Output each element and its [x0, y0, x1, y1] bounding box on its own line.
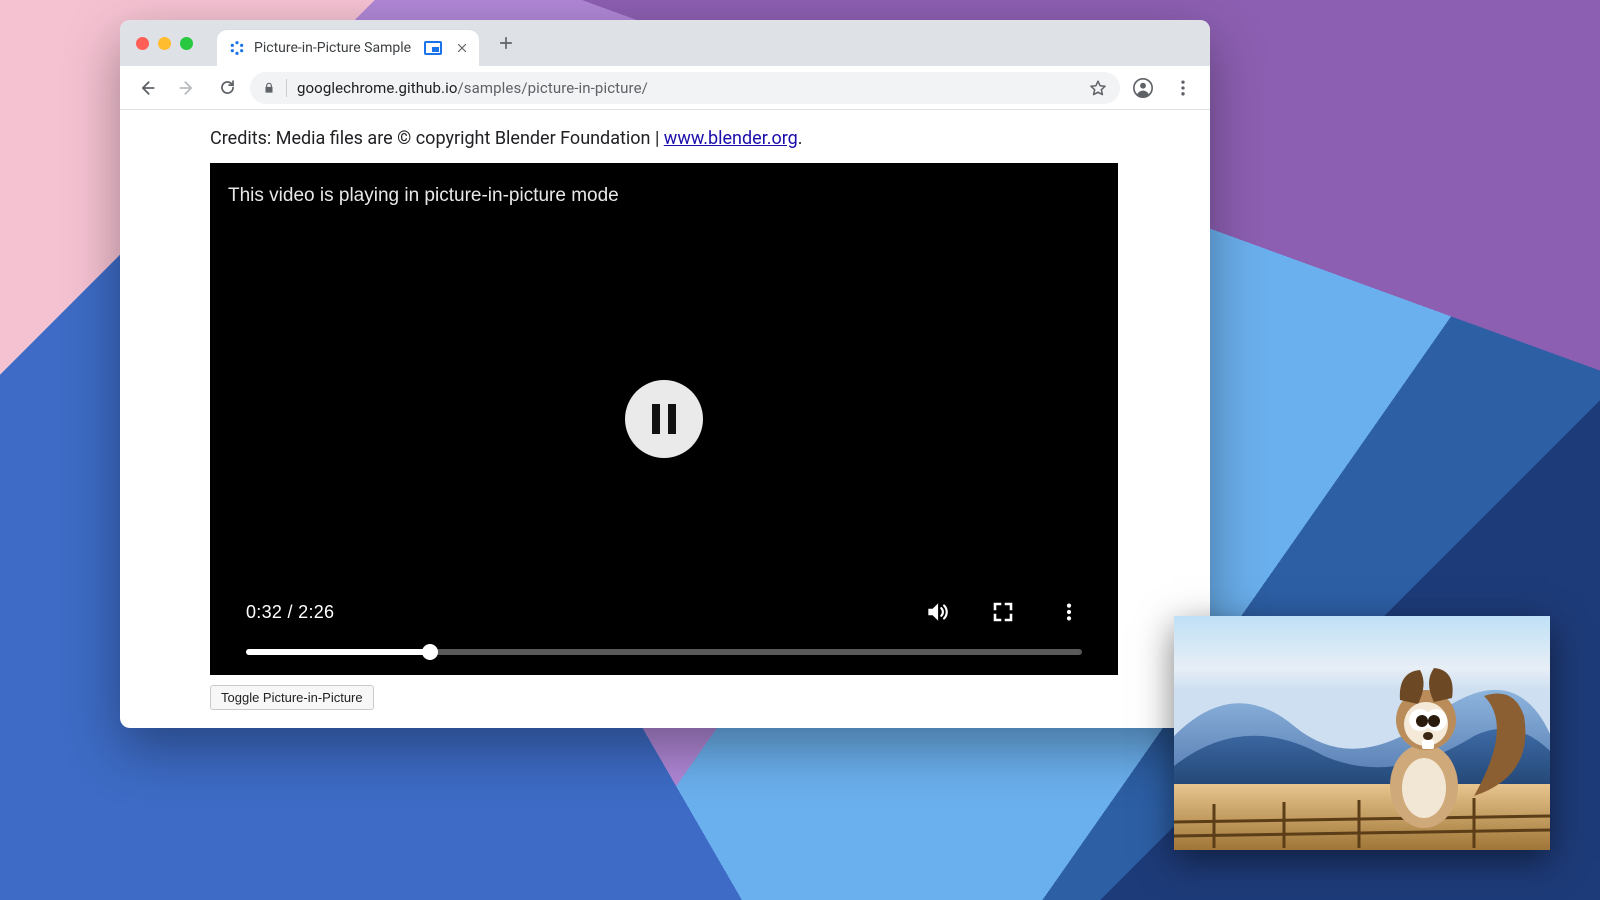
bookmark-star-button[interactable]: [1088, 78, 1108, 98]
video-pause-button[interactable]: [625, 380, 703, 458]
toggle-pip-button[interactable]: Toggle Picture-in-Picture: [210, 685, 374, 710]
url-path: /samples/picture-in-picture/: [458, 79, 648, 97]
omnibox-separator: [286, 79, 287, 97]
nav-forward-button[interactable]: [170, 71, 204, 105]
page-content: Credits: Media files are © copyright Ble…: [120, 110, 1210, 728]
video-more-button[interactable]: [1056, 599, 1082, 625]
window-zoom-button[interactable]: [180, 37, 193, 50]
new-tab-button[interactable]: [491, 28, 521, 58]
credits-line: Credits: Media files are © copyright Ble…: [210, 128, 1120, 149]
video-controls: 0:32 / 2:26: [210, 599, 1118, 675]
pip-window[interactable]: [1174, 616, 1550, 850]
window-close-button[interactable]: [136, 37, 149, 50]
video-player[interactable]: This video is playing in picture-in-pict…: [210, 163, 1118, 675]
seek-fill: [246, 649, 430, 655]
nav-back-button[interactable]: [130, 71, 164, 105]
nav-reload-button[interactable]: [210, 71, 244, 105]
seek-thumb[interactable]: [422, 644, 438, 660]
pip-video-frame: [1174, 616, 1550, 850]
video-time-display: 0:32 / 2:26: [246, 602, 334, 623]
url-text: googlechrome.github.io/samples/picture-i…: [297, 79, 648, 97]
toolbar: googlechrome.github.io/samples/picture-i…: [120, 66, 1210, 110]
volume-button[interactable]: [924, 599, 950, 625]
browser-window: Picture-in-Picture Sample googlechrom: [120, 20, 1210, 728]
tab-title: Picture-in-Picture Sample: [254, 40, 411, 56]
tab-close-button[interactable]: [455, 41, 469, 55]
credits-suffix: .: [798, 128, 803, 149]
pip-indicator-icon: [424, 41, 442, 55]
credits-prefix: Credits: Media files are © copyright Ble…: [210, 128, 664, 149]
active-tab[interactable]: Picture-in-Picture Sample: [217, 30, 479, 66]
fullscreen-button[interactable]: [990, 599, 1016, 625]
window-traffic-lights: [130, 20, 199, 66]
video-seek-bar[interactable]: [246, 649, 1082, 655]
window-minimize-button[interactable]: [158, 37, 171, 50]
url-host: googlechrome.github.io: [297, 79, 458, 97]
lock-icon: [262, 81, 276, 95]
credits-link[interactable]: www.blender.org: [664, 128, 798, 149]
tab-strip: Picture-in-Picture Sample: [120, 20, 1210, 66]
tab-favicon-icon: [229, 40, 245, 56]
video-overlay-message: This video is playing in picture-in-pict…: [228, 185, 619, 207]
pause-icon: [652, 404, 676, 434]
profile-avatar-button[interactable]: [1126, 71, 1160, 105]
address-bar[interactable]: googlechrome.github.io/samples/picture-i…: [250, 72, 1120, 104]
browser-menu-button[interactable]: [1166, 71, 1200, 105]
